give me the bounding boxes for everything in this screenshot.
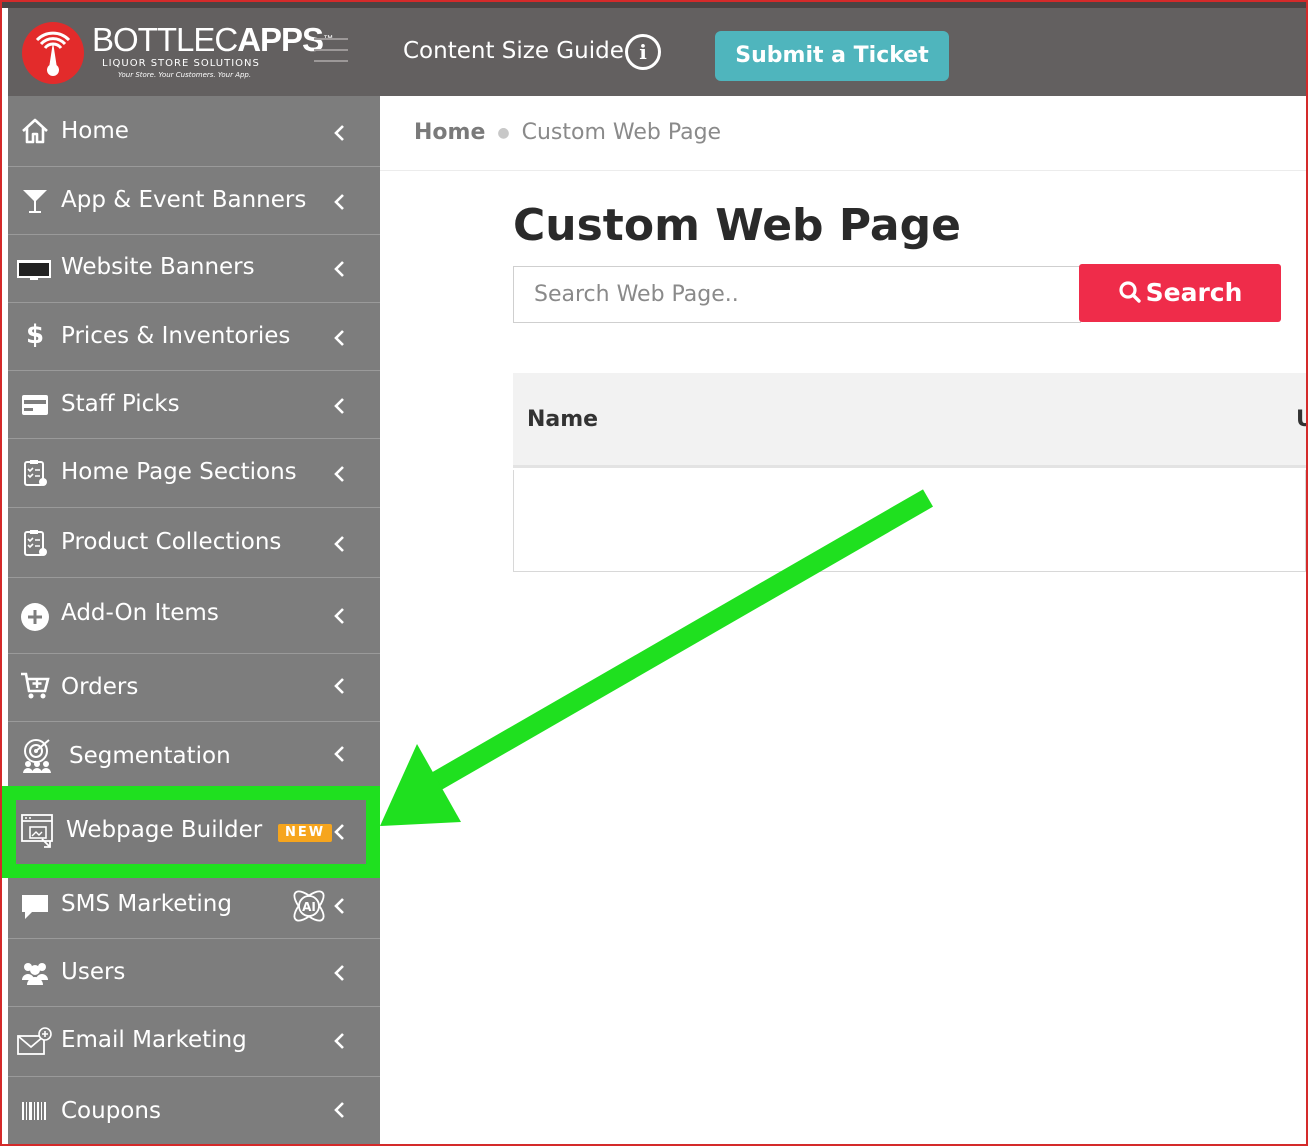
breadcrumb-separator-icon: ● [497,125,510,141]
column-header-truncated[interactable]: U [1296,407,1308,432]
breadcrumb-home-link[interactable]: Home [414,120,485,145]
chevron-left-icon [334,398,344,414]
card-icon [22,395,48,415]
clipboard-icon [24,460,47,486]
sidebar-item-label: SMS Marketing [61,891,232,917]
cocktail-icon [23,190,47,213]
logo-wordmark: BOTTLECAPPS™ [92,21,333,58]
sidebar-item-label: Segmentation [69,743,231,769]
breadcrumb-divider [380,170,1306,171]
sidebar-item-staff-picks[interactable]: Staff Picks [8,371,380,439]
monitor-icon [17,260,51,280]
chevron-left-icon [334,194,344,210]
dollar-icon: $ [25,320,45,350]
sidebar-item-sms-marketing[interactable]: SMS Marketing AI [8,878,380,939]
chevron-left-icon [334,261,344,277]
sidebar-item-home-page-sections[interactable]: Home Page Sections [8,439,380,508]
chevron-left-icon [334,608,344,624]
chat-icon [22,895,48,919]
sidebar-item-users[interactable]: Users [8,939,380,1007]
sidebar-item-label: Users [61,959,126,985]
sidebar-item-segmentation[interactable]: Segmentation [8,722,380,790]
sidebar-item-label: Add-On Items [61,600,219,626]
chevron-left-icon [334,536,344,552]
logo-tagline: Your Store. Your Customers. Your App. [118,71,252,79]
cart-icon [21,672,50,699]
content-size-guide-link[interactable]: Content Size Guide [403,38,624,64]
sidebar-item-coupons[interactable]: Coupons [8,1077,380,1144]
svg-text:AI: AI [302,900,316,914]
sidebar-item-label: Orders [61,674,139,700]
sidebar-item-label: App & Event Banners [61,187,307,213]
sidebar-item-app-event-banners[interactable]: App & Event Banners [8,167,380,235]
sidebar-item-prices-inventories[interactable]: $ Prices & Inventories [8,303,380,371]
sidebar-item-orders[interactable]: Orders [8,654,380,722]
breadcrumb-current: Custom Web Page [521,120,722,145]
sidebar-item-label: Home Page Sections [61,459,297,485]
chevron-left-icon [334,330,344,346]
table-header: Name U [513,373,1308,468]
sidebar-item-add-on-items[interactable]: Add-On Items [8,578,380,654]
chevron-left-icon [334,1033,344,1049]
logo-emblem-icon [22,22,84,84]
chevron-left-icon [334,898,344,914]
sidebar-item-label: Coupons [61,1098,161,1124]
sidebar-item-label: Home [61,118,129,144]
sidebar-item-label: Email Marketing [61,1027,247,1053]
sidebar-item-label: Website Banners [61,254,255,280]
page-title: Custom Web Page [513,200,961,251]
clipboard-icon [24,530,47,556]
chevron-left-icon [334,965,344,981]
sidebar-item-label: Product Collections [61,529,282,555]
target-users-icon [23,739,51,773]
table-body-empty [513,470,1306,572]
search-button-label: Search [1145,278,1243,307]
chevron-left-icon [334,125,344,141]
chevron-left-icon [334,466,344,482]
bottlecapps-logo[interactable]: BOTTLECAPPS™ LIQUOR STORE SOLUTIONS Your… [22,20,333,86]
info-icon[interactable]: i [625,34,661,70]
sidebar-item-label: Prices & Inventories [61,323,291,349]
top-header: BOTTLECAPPS™ LIQUOR STORE SOLUTIONS Your… [8,8,1306,96]
submit-ticket-button[interactable]: Submit a Ticket [715,31,949,81]
sidebar-item-website-banners[interactable]: Website Banners [8,235,380,303]
webpage-builder-highlight-box [2,786,380,878]
search-icon [1119,281,1141,303]
ai-icon: AI [293,890,325,922]
chevron-left-icon [334,746,344,762]
column-header-name[interactable]: Name [527,407,598,432]
sidebar-item-email-marketing[interactable]: Email Marketing [8,1007,380,1077]
sidebar-item-home[interactable]: Home [8,96,380,167]
home-icon [22,118,48,144]
top-strip [0,0,1308,8]
sidebar-item-label: Staff Picks [61,391,180,417]
email-icon [17,1027,52,1055]
sidebar-item-product-collections[interactable]: Product Collections [8,508,380,578]
search-button[interactable]: Search [1079,264,1281,322]
chevron-left-icon [334,1102,344,1118]
breadcrumb: Home ● Custom Web Page [414,120,721,145]
plus-circle-icon [21,603,49,631]
barcode-icon [22,1102,46,1120]
chevron-left-icon [334,678,344,694]
sidebar: Home App & Event Banners Website Banners… [8,96,380,1144]
search-input[interactable] [513,266,1081,323]
hamburger-menu-icon[interactable] [314,38,348,62]
logo-subtitle: LIQUOR STORE SOLUTIONS [102,58,260,69]
users-icon [22,963,48,985]
